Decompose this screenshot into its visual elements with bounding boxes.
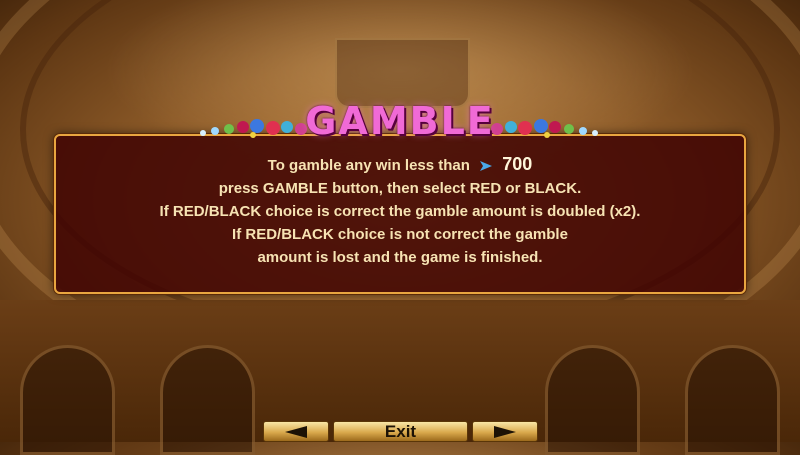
gamble-info-panel: To gamble any win less than 700 press GA…	[54, 134, 746, 294]
gamble-title-banner: GAMBLE	[195, 98, 605, 144]
exit-button[interactable]: Exit	[333, 421, 468, 442]
gamble-title: GAMBLE	[305, 99, 495, 143]
info-line-4: If RED/BLACK choice is not correct the g…	[232, 226, 568, 243]
wall-niche	[160, 345, 255, 455]
wall-niche	[685, 345, 780, 455]
coin-arrow-icon	[480, 161, 493, 171]
arrow-right-icon	[494, 425, 516, 438]
previous-page-button[interactable]	[263, 421, 329, 442]
exit-button-label: Exit	[384, 421, 417, 441]
info-line-5: amount is lost and the game is finished.	[257, 249, 543, 266]
arrow-left-icon	[285, 425, 307, 438]
info-line-3: If RED/BLACK choice is correct the gambl…	[159, 203, 641, 220]
gamble-limit-amount: 700	[502, 154, 533, 174]
wall-niche	[20, 345, 115, 455]
info-line-1-text: To gamble any win less than	[267, 157, 470, 174]
next-page-button[interactable]	[472, 421, 538, 442]
wall-niche	[545, 345, 640, 455]
info-line-2: press GAMBLE button, then select RED or …	[218, 180, 582, 197]
